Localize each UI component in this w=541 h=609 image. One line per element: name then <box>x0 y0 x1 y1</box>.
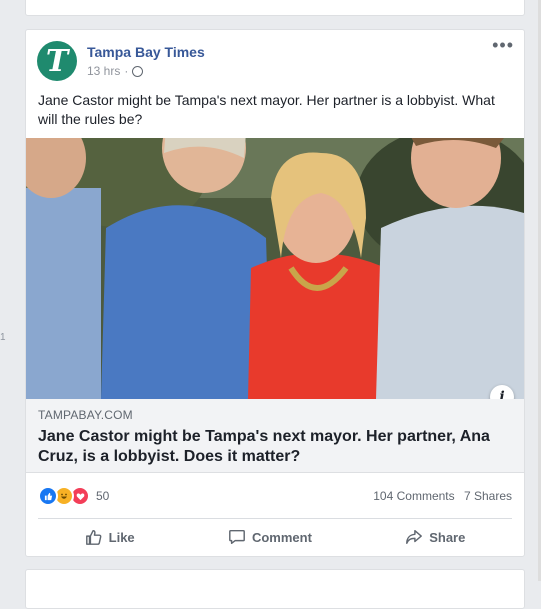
comments-count[interactable]: 104 Comments <box>373 489 454 503</box>
post-header: T Tampa Bay Times 13 hrs · <box>37 41 205 81</box>
next-post-card <box>25 569 525 609</box>
thumbs-up-icon <box>85 529 102 545</box>
share-button[interactable]: Share <box>405 528 465 546</box>
photo-illustration <box>26 138 524 399</box>
post-time[interactable]: 13 hrs <box>87 64 120 78</box>
reactions-summary[interactable]: 50 <box>38 486 109 506</box>
link-preview-image[interactable] <box>26 138 524 399</box>
post-text: Jane Castor might be Tampa's next mayor.… <box>38 92 495 127</box>
actions-divider <box>38 518 512 519</box>
previous-post-card: Like Comment Share <box>25 0 525 16</box>
more-options-icon[interactable]: ••• <box>492 36 514 54</box>
post-card: T Tampa Bay Times 13 hrs · ••• Jane Cast… <box>25 29 525 557</box>
previous-share-button[interactable]: Share <box>425 0 461 9</box>
post-timestamp-row: 13 hrs · <box>87 64 205 78</box>
like-label: Like <box>108 529 135 545</box>
comment-icon <box>229 529 245 545</box>
previous-like-button[interactable]: Like <box>89 0 115 9</box>
like-button[interactable]: Like <box>85 528 135 546</box>
logo-letter: T <box>45 43 69 79</box>
page-name-link[interactable]: Tampa Bay Times <box>87 44 205 60</box>
link-headline[interactable]: Jane Castor might be Tampa's next mayor.… <box>38 427 508 467</box>
post-meta: Tampa Bay Times 13 hrs · <box>87 44 205 81</box>
link-preview[interactable]: TAMPABAY.COM Jane Castor might be Tampa'… <box>26 399 524 473</box>
post-actions: Like Comment Share <box>38 520 512 554</box>
share-arrow-icon <box>406 529 423 545</box>
post-stats: 50 104 Comments 7 Shares <box>38 486 512 506</box>
previous-comment-button[interactable]: Comment <box>240 0 300 9</box>
previous-post-actions: Like Comment Share <box>26 0 524 9</box>
time-separator: · <box>124 64 129 78</box>
share-label: Share <box>429 529 466 545</box>
comment-button[interactable]: Comment <box>228 528 312 546</box>
comment-label: Comment <box>251 529 312 545</box>
engagement-counts: 104 Comments 7 Shares <box>367 489 512 503</box>
page-logo[interactable]: T <box>37 41 77 81</box>
link-domain: TAMPABAY.COM <box>38 408 133 422</box>
side-marker: 1 <box>0 332 6 343</box>
shares-count[interactable]: 7 Shares <box>464 489 512 503</box>
like-icon <box>38 486 58 506</box>
reaction-count[interactable]: 50 <box>96 489 109 503</box>
globe-icon[interactable] <box>132 65 144 77</box>
